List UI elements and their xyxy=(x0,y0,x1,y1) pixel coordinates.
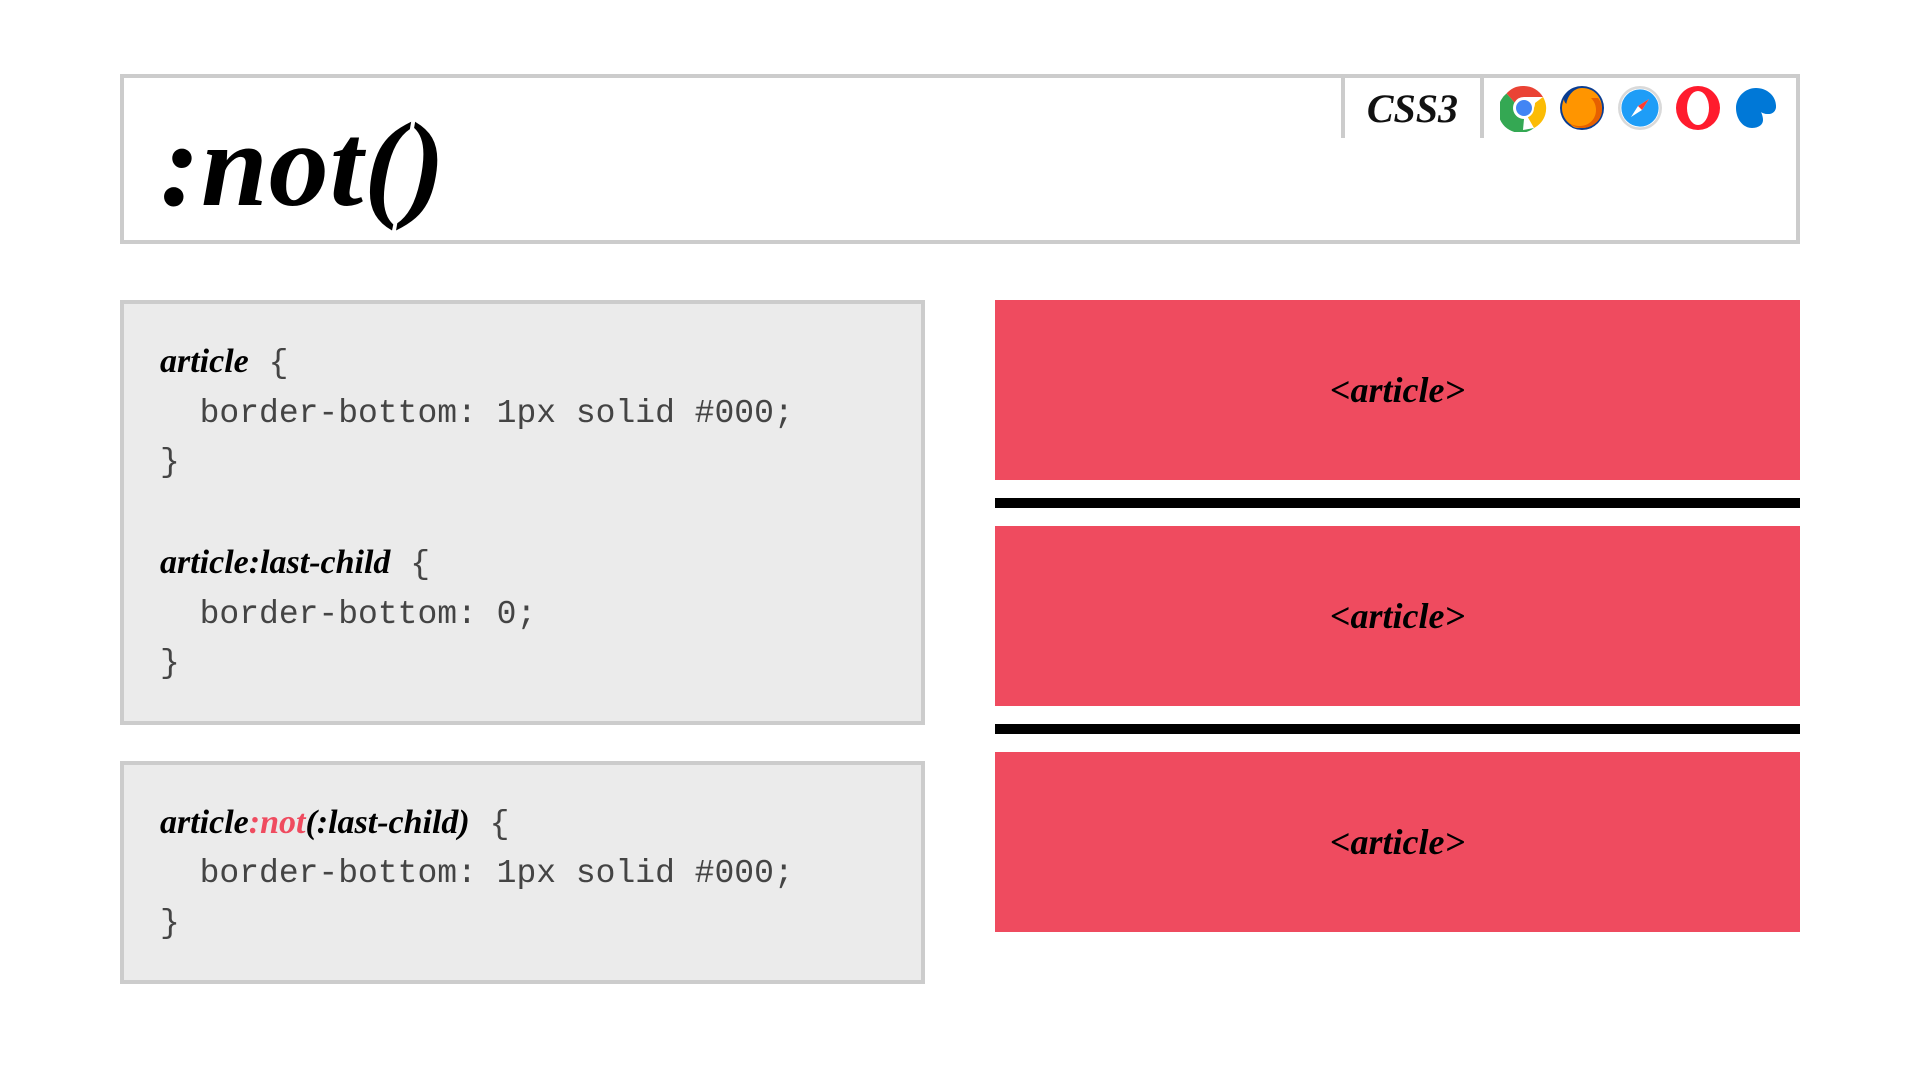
code-not-keyword: :not xyxy=(249,804,306,841)
code-text: { xyxy=(470,806,510,843)
code-text: } xyxy=(160,905,180,942)
firefox-icon xyxy=(1558,84,1606,132)
code-column: article { border-bottom: 1px solid #000;… xyxy=(120,300,925,984)
border-separator xyxy=(995,498,1800,508)
page-title: :not() xyxy=(160,96,446,234)
preview-article: <article> xyxy=(995,752,1800,932)
preview-article: <article> xyxy=(995,526,1800,706)
code-selector: article xyxy=(160,804,249,841)
browser-support xyxy=(1480,78,1796,138)
code-block-traditional: article { border-bottom: 1px solid #000;… xyxy=(120,300,925,725)
slide-header: :not() CSS3 xyxy=(120,74,1800,244)
code-text: { xyxy=(390,546,430,583)
spec-badge-label: CSS3 xyxy=(1367,85,1458,132)
preview-article-label: <article> xyxy=(1330,595,1465,637)
preview-article-label: <article> xyxy=(1330,821,1465,863)
code-selector: article:last-child xyxy=(160,544,390,581)
preview-article-label: <article> xyxy=(1330,369,1465,411)
code-text: border-bottom: 1px solid #000; xyxy=(160,395,794,432)
code-text: } xyxy=(160,444,180,481)
preview-column: <article> <article> <article> xyxy=(995,300,1800,984)
code-text: { xyxy=(249,345,289,382)
code-selector: article xyxy=(160,343,249,380)
code-text: border-bottom: 1px solid #000; xyxy=(160,855,794,892)
code-text: border-bottom: 0; xyxy=(160,596,536,633)
preview-article: <article> xyxy=(995,300,1800,480)
opera-icon xyxy=(1674,84,1722,132)
border-separator xyxy=(995,724,1800,734)
code-block-not: article:not(:last-child) { border-bottom… xyxy=(120,761,925,985)
code-text: } xyxy=(160,645,180,682)
code-selector: (:last-child) xyxy=(305,804,469,841)
title-cell: :not() xyxy=(124,78,1341,234)
edge-icon xyxy=(1732,84,1780,132)
safari-icon xyxy=(1616,84,1664,132)
content-area: article { border-bottom: 1px solid #000;… xyxy=(120,300,1800,984)
chrome-icon xyxy=(1500,84,1548,132)
slide: :not() CSS3 xyxy=(0,0,1920,1080)
spec-badge: CSS3 xyxy=(1341,78,1480,138)
